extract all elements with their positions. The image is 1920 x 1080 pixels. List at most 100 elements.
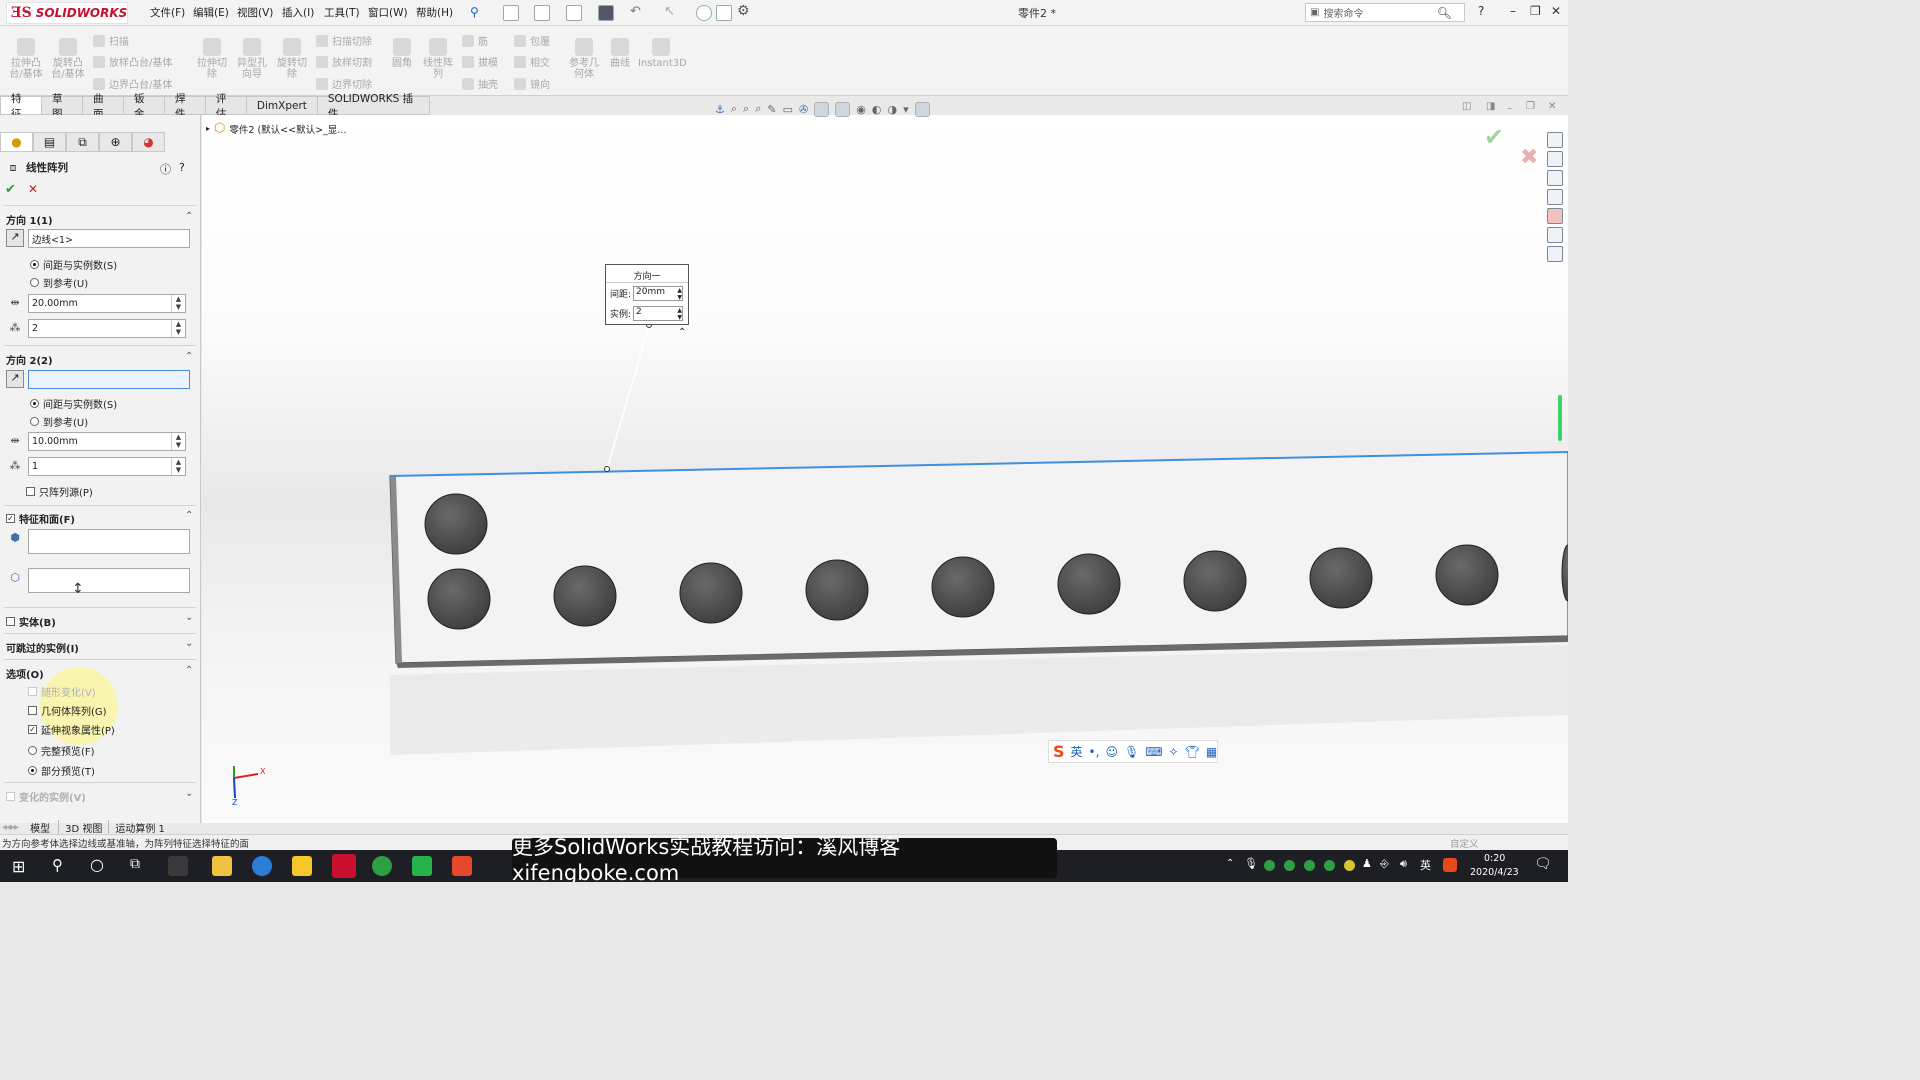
callout-instances-field[interactable]: 2 ▲ ▼ bbox=[633, 306, 684, 321]
save-icon[interactable] bbox=[566, 5, 582, 21]
appearances-icon[interactable] bbox=[1547, 208, 1563, 224]
swept-cut-button[interactable]: 扫描切除 bbox=[316, 33, 372, 48]
hole[interactable] bbox=[1309, 547, 1373, 609]
open-icon[interactable] bbox=[534, 5, 550, 21]
hole[interactable] bbox=[427, 568, 491, 630]
tab-scroll-arrows-icon[interactable]: ◂◂▸▸ bbox=[2, 822, 19, 833]
revolve-boss-button[interactable]: 旋转凸 台/基体 bbox=[50, 38, 86, 80]
toolbox-icon[interactable]: ✧ bbox=[1169, 745, 1179, 759]
question-icon[interactable]: ? bbox=[179, 161, 185, 174]
callout-spacing-field[interactable]: 20mm ▲ ▼ bbox=[633, 286, 684, 301]
skin-icon[interactable]: 👕︎ bbox=[1185, 745, 1200, 759]
property-manager-tab-icon[interactable]: ▤ bbox=[33, 132, 66, 152]
options-header[interactable]: 选项(O) bbox=[6, 666, 44, 681]
hide-show-icon[interactable]: ◉ bbox=[856, 103, 866, 116]
tab-motion-study[interactable]: 运动算例 1 bbox=[109, 820, 171, 835]
wechat-tray-icon[interactable] bbox=[1304, 860, 1315, 871]
restore-button[interactable]: ❐ bbox=[1530, 4, 1541, 18]
cortana-icon[interactable]: ○ bbox=[90, 855, 104, 874]
confirm-ok-icon[interactable]: ✔ bbox=[1484, 123, 1504, 151]
undo-icon[interactable]: ↶ bbox=[630, 4, 641, 19]
dimxpert-manager-tab-icon[interactable]: ⊕ bbox=[99, 132, 132, 152]
geometry-pattern-checkbox[interactable]: 几何体阵列(G) bbox=[28, 703, 107, 718]
tab-sketch[interactable]: 草图 bbox=[41, 93, 83, 120]
options-gear-icon[interactable]: ⚙ bbox=[737, 3, 750, 19]
tab-surfaces[interactable]: 曲面 bbox=[82, 93, 124, 120]
home-icon[interactable] bbox=[1547, 132, 1563, 148]
design-library-icon[interactable] bbox=[1547, 151, 1563, 167]
hole-wizard-button[interactable]: 异型孔 向导 bbox=[234, 38, 270, 80]
extrude-boss-button[interactable]: 拉伸凸 台/基体 bbox=[8, 38, 44, 80]
loft-boss-button[interactable]: 放样凸台/基体 bbox=[93, 54, 172, 69]
hole[interactable] bbox=[931, 556, 995, 618]
camtasia-green-icon[interactable] bbox=[412, 856, 432, 876]
hole[interactable] bbox=[1183, 550, 1247, 612]
faces-selection-box[interactable] bbox=[28, 568, 190, 593]
reverse-direction-icon[interactable]: ↗ bbox=[6, 370, 24, 388]
ime-lang-toggle[interactable]: 英 bbox=[1071, 743, 1083, 760]
menu-insert[interactable]: 插入(I) bbox=[282, 5, 314, 20]
confirm-cancel-icon[interactable]: ✖ bbox=[1520, 145, 1538, 170]
file-explorer-icon[interactable] bbox=[212, 856, 232, 876]
monitor-icon[interactable] bbox=[914, 101, 930, 117]
collapse-chevron-icon[interactable]: ⌃ bbox=[185, 351, 193, 362]
doc-close-icon[interactable]: ✕ bbox=[1548, 101, 1556, 112]
zoom-fit-icon[interactable]: ⌕ bbox=[731, 102, 737, 116]
vary-sketch-checkbox[interactable]: 随形变化(V) bbox=[28, 684, 96, 699]
boundary-cut-button[interactable]: 边界切除 bbox=[316, 76, 372, 91]
solidworks-logo[interactable]: ƎS SOLIDWORKS bbox=[6, 2, 128, 24]
feature-manager-tab-icon[interactable]: ● bbox=[0, 132, 33, 152]
split-view-2-icon[interactable]: ◨ bbox=[1486, 101, 1495, 112]
direction1-header[interactable]: 方向 1(1) bbox=[6, 212, 53, 227]
tab-model[interactable]: 模型 bbox=[22, 819, 60, 835]
curves-button[interactable]: 曲线 bbox=[606, 38, 634, 69]
display-style-icon[interactable] bbox=[814, 101, 830, 117]
wechat-tray-icon[interactable] bbox=[1324, 860, 1335, 871]
d1-radio-ref[interactable]: 到参考(U) bbox=[30, 275, 88, 290]
keyboard-icon[interactable]: ⌨ bbox=[1145, 745, 1162, 759]
ok-button[interactable]: ✔ bbox=[5, 182, 16, 197]
expand-arrow-icon[interactable]: ▸ bbox=[206, 124, 210, 133]
rebuild-icon[interactable] bbox=[696, 5, 712, 21]
partial-preview-radio[interactable]: 部分预览(T) bbox=[28, 763, 95, 778]
apply-scene-icon[interactable]: ◑ bbox=[887, 103, 897, 116]
direction2-header[interactable]: 方向 2(2) bbox=[6, 352, 53, 367]
windows-start-icon[interactable]: ⊞ bbox=[12, 857, 25, 876]
sogou-tray-icon[interactable] bbox=[1443, 858, 1457, 872]
d2-radio-spacing[interactable]: 间距与实例数(S) bbox=[30, 396, 117, 411]
draft-button[interactable]: 拔模 bbox=[462, 54, 498, 69]
emoji-icon[interactable]: ☺ bbox=[1105, 745, 1118, 759]
solidworks-taskbar-icon[interactable] bbox=[332, 854, 356, 878]
tab-features[interactable]: 特征 bbox=[0, 93, 42, 120]
spin-arrows-icon[interactable]: ▲ ▼ bbox=[677, 307, 682, 321]
view-palette-icon[interactable] bbox=[1547, 189, 1563, 205]
close-button[interactable]: ✕ bbox=[1551, 4, 1561, 18]
split-view-icon[interactable]: ◫ bbox=[1462, 101, 1471, 112]
zoom-previous-icon[interactable]: ⌕ bbox=[755, 102, 761, 116]
skip-instances-header[interactable]: 可跳过的实例(I) bbox=[6, 640, 79, 655]
reverse-direction-icon[interactable]: ↗ bbox=[6, 229, 24, 247]
wechat-icon[interactable] bbox=[372, 856, 392, 876]
units-selector[interactable]: 自定义 bbox=[1450, 836, 1479, 850]
collapse-chevron-icon[interactable]: ⌃ bbox=[185, 665, 193, 676]
expand-chevron-icon[interactable]: ⌄ bbox=[185, 788, 193, 799]
forum-icon[interactable] bbox=[1547, 246, 1563, 262]
mic-tray-icon[interactable]: 🎙︎ bbox=[1244, 857, 1258, 870]
spin-arrows-icon[interactable]: ▲ ▼ bbox=[171, 320, 185, 337]
fillet-button[interactable]: 圆角 bbox=[388, 38, 416, 69]
wrap-button[interactable]: 包覆 bbox=[514, 33, 550, 48]
varied-instances-checkbox[interactable]: 变化的实例(V) bbox=[6, 789, 86, 804]
cancel-button[interactable]: ✕ bbox=[28, 182, 38, 196]
direction2-edge-field[interactable] bbox=[28, 370, 190, 389]
standard-views-icon[interactable] bbox=[835, 101, 851, 117]
notification-icon[interactable]: 🗨︎ bbox=[1534, 856, 1552, 872]
hole[interactable] bbox=[1057, 553, 1121, 615]
view-orientation-icon[interactable]: ⚓ bbox=[715, 103, 725, 116]
features-faces-checkbox[interactable]: ✓ 特征和面(F) bbox=[6, 511, 75, 526]
reference-geometry-button[interactable]: 参考几 何体 bbox=[566, 38, 602, 80]
direction-callout[interactable]: 方向一 间距: 20mm ▲ ▼ 实例: 2 ▲ ▼ bbox=[605, 264, 689, 325]
feature-tree-flyout[interactable]: ▸ ⬡ 零件2 (默认<<默认>_显... bbox=[206, 121, 346, 136]
tray-app-icon[interactable] bbox=[1344, 860, 1355, 871]
hole[interactable] bbox=[1435, 544, 1499, 606]
tab-evaluate[interactable]: 评估 bbox=[205, 93, 247, 120]
